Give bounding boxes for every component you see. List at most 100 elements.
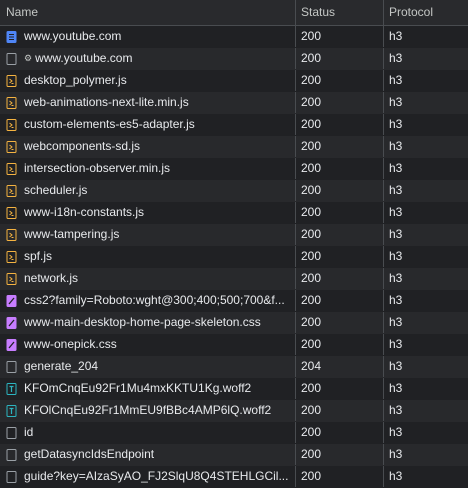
- table-row[interactable]: www-i18n-constants.js 200 h3: [0, 202, 468, 224]
- protocol-cell: h3: [383, 202, 468, 223]
- status-cell: 200: [295, 422, 383, 443]
- script-icon: [6, 118, 17, 131]
- table-row[interactable]: scheduler.js 200 h3: [0, 180, 468, 202]
- status-cell: 200: [295, 70, 383, 91]
- request-name-cell: intersection-observer.min.js: [0, 158, 295, 179]
- script-icon: [6, 272, 17, 285]
- script-icon: [6, 206, 17, 219]
- network-request-table: Name Status Protocol www.youtube.com 200 h…: [0, 0, 468, 488]
- request-name-cell: www.youtube.com: [0, 26, 295, 47]
- blank-file-icon: [6, 448, 17, 461]
- table-row[interactable]: www-onepick.css 200 h3: [0, 334, 468, 356]
- request-name-cell: guide?key=AIzaSyAO_FJ2SlqU8Q4STEHLGCil..…: [0, 466, 295, 487]
- status-cell: 200: [295, 378, 383, 399]
- table-row[interactable]: network.js 200 h3: [0, 268, 468, 290]
- protocol-cell: h3: [383, 268, 468, 289]
- blank-file-icon: [6, 426, 17, 439]
- table-row[interactable]: intersection-observer.min.js 200 h3: [0, 158, 468, 180]
- script-icon: [6, 74, 17, 87]
- protocol-cell: h3: [383, 334, 468, 355]
- protocol-cell: h3: [383, 312, 468, 333]
- request-name: KFOmCnqEu92Fr1Mu4mxKKTU1Kg.woff2: [24, 381, 252, 395]
- request-name: custom-elements-es5-adapter.js: [24, 117, 195, 131]
- protocol-cell: h3: [383, 70, 468, 91]
- script-icon: [6, 228, 17, 241]
- table-row[interactable]: id 200 h3: [0, 422, 468, 444]
- status-cell: 200: [295, 312, 383, 333]
- request-name: id: [24, 425, 34, 439]
- table-row[interactable]: custom-elements-es5-adapter.js 200 h3: [0, 114, 468, 136]
- status-cell: 200: [295, 180, 383, 201]
- request-name: www-onepick.css: [24, 337, 117, 351]
- request-name-cell: id: [0, 422, 295, 443]
- protocol-cell: h3: [383, 92, 468, 113]
- request-name: desktop_polymer.js: [24, 73, 127, 87]
- table-row[interactable]: www.youtube.com 200 h3: [0, 26, 468, 48]
- column-header-name[interactable]: Name: [0, 0, 295, 25]
- request-name: generate_204: [24, 359, 99, 373]
- status-cell: 200: [295, 290, 383, 311]
- column-header-status[interactable]: Status: [295, 0, 383, 25]
- protocol-cell: h3: [383, 246, 468, 267]
- table-row[interactable]: spf.js 200 h3: [0, 246, 468, 268]
- protocol-cell: h3: [383, 48, 468, 69]
- table-row[interactable]: www-tampering.js 200 h3: [0, 224, 468, 246]
- protocol-cell: h3: [383, 422, 468, 443]
- table-row[interactable]: ⚙ www.youtube.com 200 h3: [0, 48, 468, 70]
- table-row[interactable]: KFOlCnqEu92Fr1MmEU9fBBc4AMP6lQ.woff2 200 h…: [0, 400, 468, 422]
- table-row[interactable]: desktop_polymer.js 200 h3: [0, 70, 468, 92]
- status-cell: 200: [295, 444, 383, 465]
- status-cell: 200: [295, 466, 383, 487]
- table-header: Name Status Protocol: [0, 0, 468, 26]
- request-name: network.js: [24, 271, 79, 285]
- table-row[interactable]: www-main-desktop-home-page-skeleton.css 2…: [0, 312, 468, 334]
- request-name-cell: www-i18n-constants.js: [0, 202, 295, 223]
- protocol-cell: h3: [383, 26, 468, 47]
- request-name: getDatasyncIdsEndpoint: [24, 447, 155, 461]
- request-name-cell: KFOmCnqEu92Fr1Mu4mxKKTU1Kg.woff2: [0, 378, 295, 399]
- protocol-cell: h3: [383, 400, 468, 421]
- status-cell: 200: [295, 158, 383, 179]
- status-cell: 200: [295, 202, 383, 223]
- table-row[interactable]: KFOmCnqEu92Fr1Mu4mxKKTU1Kg.woff2 200 h3: [0, 378, 468, 400]
- table-row[interactable]: webcomponents-sd.js 200 h3: [0, 136, 468, 158]
- table-row[interactable]: guide?key=AIzaSyAO_FJ2SlqU8Q4STEHLGCil..…: [0, 466, 468, 488]
- protocol-cell: h3: [383, 180, 468, 201]
- table-row[interactable]: generate_204 204 h3: [0, 356, 468, 378]
- request-name: intersection-observer.min.js: [24, 161, 171, 175]
- script-icon: [6, 250, 17, 263]
- request-name-cell: getDatasyncIdsEndpoint: [0, 444, 295, 465]
- request-name-cell: KFOlCnqEu92Fr1MmEU9fBBc4AMP6lQ.woff2: [0, 400, 295, 421]
- status-cell: 200: [295, 26, 383, 47]
- request-name: www.youtube.com: [35, 51, 133, 65]
- column-header-protocol[interactable]: Protocol: [383, 0, 468, 25]
- request-name-cell: www-tampering.js: [0, 224, 295, 245]
- protocol-cell: h3: [383, 466, 468, 487]
- protocol-cell: h3: [383, 224, 468, 245]
- request-name: scheduler.js: [24, 183, 88, 197]
- request-name-cell: css2?family=Roboto:wght@300;400;500;700&…: [0, 290, 295, 311]
- gear-icon: ⚙: [24, 53, 33, 63]
- table-row[interactable]: css2?family=Roboto:wght@300;400;500;700&…: [0, 290, 468, 312]
- status-cell: 200: [295, 246, 383, 267]
- request-name-cell: www-main-desktop-home-page-skeleton.css: [0, 312, 295, 333]
- request-name-cell: desktop_polymer.js: [0, 70, 295, 91]
- stylesheet-icon: [6, 294, 17, 307]
- request-name-cell: generate_204: [0, 356, 295, 377]
- request-name-cell: webcomponents-sd.js: [0, 136, 295, 157]
- protocol-cell: h3: [383, 378, 468, 399]
- font-icon: [6, 382, 17, 395]
- blank-file-icon: [6, 52, 17, 65]
- status-cell: 200: [295, 92, 383, 113]
- table-row[interactable]: getDatasyncIdsEndpoint 200 h3: [0, 444, 468, 466]
- request-name: www-i18n-constants.js: [24, 205, 145, 219]
- request-name: webcomponents-sd.js: [24, 139, 141, 153]
- status-cell: 200: [295, 268, 383, 289]
- status-cell: 200: [295, 400, 383, 421]
- status-cell: 200: [295, 114, 383, 135]
- request-name: www.youtube.com: [24, 29, 122, 43]
- table-row[interactable]: web-animations-next-lite.min.js 200 h3: [0, 92, 468, 114]
- protocol-cell: h3: [383, 136, 468, 157]
- request-name: www-main-desktop-home-page-skeleton.css: [24, 315, 261, 329]
- script-icon: [6, 96, 17, 109]
